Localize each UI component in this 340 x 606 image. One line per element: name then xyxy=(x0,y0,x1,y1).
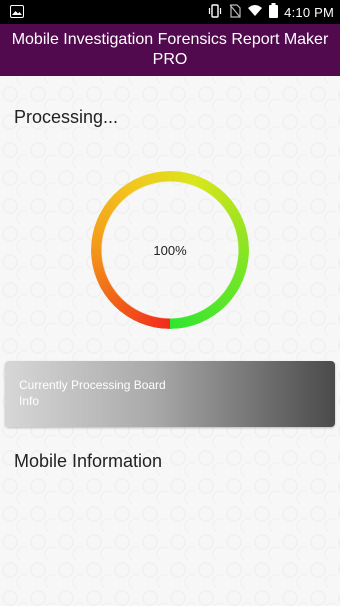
gauge-percent: 100% xyxy=(153,242,187,258)
image-icon xyxy=(10,5,24,18)
battery-icon xyxy=(269,3,279,21)
current-processing-text: Currently Processing Board Info xyxy=(19,378,166,408)
progress-gauge: 100% xyxy=(91,171,249,329)
current-processing-card: Currently Processing Board Info xyxy=(5,361,335,427)
processing-label: Processing... xyxy=(14,107,119,127)
app-title: Mobile Investigation Forensics Report Ma… xyxy=(11,31,329,68)
no-sim-icon xyxy=(229,3,241,21)
status-time: 4:10 PM xyxy=(284,4,334,20)
status-bar: 4:10 PM xyxy=(0,0,340,24)
mobile-information-title: Mobile Information xyxy=(14,451,163,471)
app-bar: Mobile Investigation Forensics Report Ma… xyxy=(0,24,340,76)
status-icons: 4:10 PM xyxy=(207,0,334,24)
vibrate-icon xyxy=(207,3,223,21)
wifi-icon xyxy=(247,4,263,20)
